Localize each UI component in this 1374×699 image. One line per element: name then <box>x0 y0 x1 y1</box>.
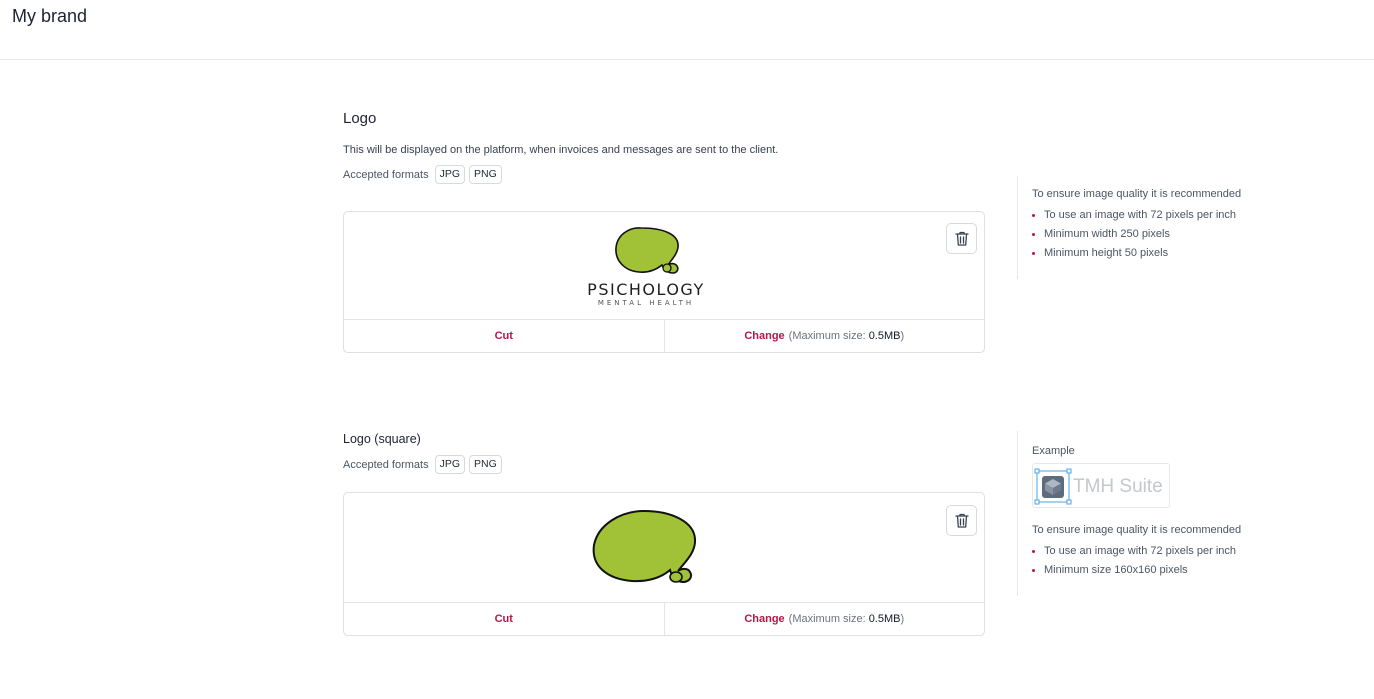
page-title: My brand <box>12 6 88 26</box>
format-badge-jpg: JPG <box>434 455 466 474</box>
square-recommendation-list: To use an image with 72 pixels per inch … <box>1032 542 1241 580</box>
square-recommendation-text: To ensure image quality it is recommende… <box>1032 524 1242 536</box>
delete-logo-button[interactable] <box>946 223 977 254</box>
formats-label: Accepted formats <box>343 168 429 181</box>
logo-recommendations: To ensure image quality it is recommende… <box>1017 176 1241 279</box>
format-badge-jpg: JPG <box>434 165 466 184</box>
logo-recommendation-list: To use an image with 72 pixels per inch … <box>1032 206 1241 263</box>
list-item: Minimum height 50 pixels <box>1032 244 1241 263</box>
speech-bubble-logo-icon <box>615 227 679 274</box>
list-item: Minimum width 250 pixels <box>1032 225 1241 244</box>
max-size-value: 0.5MB <box>868 330 901 342</box>
example-brand-text: TMH Suite <box>1073 476 1163 497</box>
square-logo-section: Logo (square) Accepted formats JPG PNG <box>343 432 985 474</box>
square-logo-section-title: Logo (square) <box>343 432 421 446</box>
example-label: Example <box>1032 445 1075 457</box>
delete-square-logo-button[interactable] <box>946 505 977 536</box>
logo-brand-name: PSICHOLOGY <box>587 280 705 299</box>
example-preview: TMH Suite <box>1034 468 1163 505</box>
page-header: My brand <box>0 0 1374 60</box>
format-badge-png: PNG <box>469 455 502 474</box>
trash-icon <box>954 513 969 528</box>
max-size-suffix: ) <box>900 330 905 342</box>
logo-card-actions: Cut Change (Maximum size: 0.5MB ) <box>344 320 984 352</box>
logo-preview: PSICHOLOGY MENTAL HEALTH <box>344 212 984 320</box>
cut-label: Cut <box>494 613 513 625</box>
logo-accepted-formats: Accepted formats JPG PNG <box>343 165 985 184</box>
logo-brand-tagline: MENTAL HEALTH <box>598 299 694 307</box>
max-size-prefix: (Maximum size: <box>788 330 866 342</box>
cut-square-logo-button[interactable]: Cut <box>344 603 664 635</box>
square-accepted-formats: Accepted formats JPG PNG <box>343 455 985 474</box>
cut-logo-button[interactable]: Cut <box>344 320 664 352</box>
change-logo-button[interactable]: Change (Maximum size: 0.5MB ) <box>663 320 985 352</box>
square-logo-preview <box>344 493 984 603</box>
cube-icon <box>1042 476 1064 498</box>
change-label: Change <box>744 330 785 342</box>
format-badge-png: PNG <box>469 165 502 184</box>
square-logo-recommendations: Example TMH Suite To ensure image qualit… <box>1017 431 1241 596</box>
max-size-value: 0.5MB <box>868 613 901 625</box>
change-label: Change <box>744 613 785 625</box>
speech-bubble-logo-icon <box>592 509 697 584</box>
trash-icon <box>954 231 969 246</box>
formats-label: Accepted formats <box>343 458 429 471</box>
list-item: To use an image with 72 pixels per inch <box>1032 206 1241 225</box>
square-logo-image <box>592 509 697 584</box>
max-size-suffix: ) <box>900 613 905 625</box>
logo-section: Logo This will be displayed on the platf… <box>343 110 985 184</box>
logo-section-description: This will be displayed on the platform, … <box>343 144 779 156</box>
change-square-logo-button[interactable]: Change (Maximum size: 0.5MB ) <box>663 603 985 635</box>
cut-label: Cut <box>494 330 513 342</box>
max-size-prefix: (Maximum size: <box>788 613 866 625</box>
logo-recommendation-text: To ensure image quality it is recommende… <box>1032 188 1242 200</box>
square-card-actions: Cut Change (Maximum size: 0.5MB ) <box>344 603 984 635</box>
list-item: To use an image with 72 pixels per inch <box>1032 542 1241 561</box>
logo-section-title: Logo <box>343 110 377 127</box>
logo-upload-card: PSICHOLOGY MENTAL HEALTH Cut Change (Max… <box>343 211 985 353</box>
example-image: TMH Suite <box>1032 463 1170 508</box>
square-logo-upload-card: Cut Change (Maximum size: 0.5MB ) <box>343 492 985 636</box>
logo-image: PSICHOLOGY MENTAL HEALTH <box>587 227 705 307</box>
list-item: Minimum size 160x160 pixels <box>1032 561 1241 580</box>
